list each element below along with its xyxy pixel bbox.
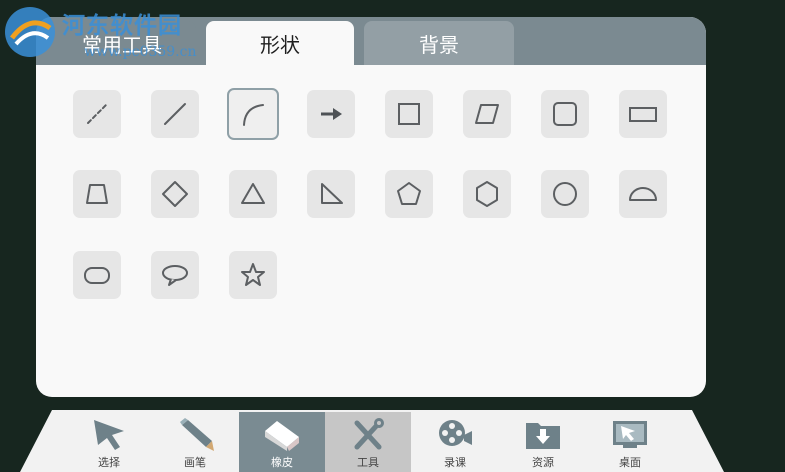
toolbar-tools-button[interactable]: 工具	[325, 412, 411, 472]
shape-arc-button[interactable]	[227, 88, 279, 140]
shape-right-triangle-button[interactable]	[307, 170, 355, 218]
toolbar-pen-label: 画笔	[184, 456, 206, 469]
shape-square-button[interactable]	[385, 90, 433, 138]
toolbar-record-label: 录课	[444, 456, 466, 469]
shape-star-button[interactable]	[229, 251, 277, 299]
download-folder-icon	[526, 423, 560, 449]
toolbar-pen-button[interactable]: 画笔	[152, 412, 238, 472]
star-icon	[241, 263, 265, 286]
shape-grid	[36, 65, 706, 397]
tab-background[interactable]: 背景	[364, 21, 514, 65]
semicircle-icon	[629, 187, 657, 201]
film-camera-icon	[439, 420, 472, 446]
parallelogram-icon	[475, 104, 499, 124]
shape-parallelogram-button[interactable]	[463, 90, 511, 138]
shape-trapezoid-button[interactable]	[73, 170, 121, 218]
circle-icon	[553, 182, 577, 206]
toolbar-eraser-label: 橡皮	[271, 456, 293, 469]
toolbar-resources-button[interactable]: 资源	[500, 412, 586, 472]
eraser-icon	[265, 421, 299, 451]
shape-semicircle-button[interactable]	[619, 170, 667, 218]
toolbar-resources-label: 资源	[532, 456, 554, 469]
shape-arrow-button[interactable]	[307, 90, 355, 138]
hexagon-icon	[476, 181, 498, 207]
right-triangle-icon	[321, 183, 343, 204]
cursor-arrow-icon	[94, 420, 124, 450]
desktop-icon	[613, 421, 647, 448]
shape-dashed-line-button[interactable]	[73, 90, 121, 138]
tools-icon	[354, 418, 384, 450]
tab-shapes[interactable]: 形状	[206, 21, 354, 65]
toolbar-desktop-label: 桌面	[619, 456, 641, 469]
rounded-rectangle-icon	[84, 267, 110, 284]
shape-speech-bubble-button[interactable]	[151, 251, 199, 299]
shape-rounded-rectangle-button[interactable]	[73, 251, 121, 299]
square-icon	[398, 103, 420, 125]
arc-icon	[243, 104, 264, 126]
toolbar-eraser-button[interactable]: 橡皮	[239, 412, 325, 472]
pen-icon	[180, 418, 214, 451]
shape-diamond-button[interactable]	[151, 170, 199, 218]
rectangle-icon	[629, 107, 657, 122]
shape-pentagon-button[interactable]	[385, 170, 433, 218]
dashed-line-icon	[87, 104, 107, 124]
shape-triangle-button[interactable]	[229, 170, 277, 218]
shape-rounded-square-button[interactable]	[541, 90, 589, 138]
shape-rectangle-button[interactable]	[619, 90, 667, 138]
tab-common-tools[interactable]: 常用工具	[48, 21, 196, 65]
pentagon-icon	[397, 182, 421, 205]
shape-circle-button[interactable]	[541, 170, 589, 218]
toolbar-select-button[interactable]: 选择	[66, 412, 152, 472]
arrow-icon	[321, 108, 342, 120]
shape-line-button[interactable]	[151, 90, 199, 138]
toolbar-select-label: 选择	[98, 456, 120, 469]
triangle-icon	[241, 183, 265, 204]
rounded-square-icon	[553, 102, 577, 126]
toolbar-tools-label: 工具	[357, 456, 379, 469]
shape-hexagon-button[interactable]	[463, 170, 511, 218]
trapezoid-icon	[86, 184, 108, 204]
shape-panel: 常用工具 形状 背景	[36, 17, 706, 397]
speech-bubble-icon	[162, 265, 188, 286]
diamond-icon	[162, 181, 188, 207]
tab-bar: 常用工具 形状 背景	[36, 17, 706, 65]
toolbar-desktop-button[interactable]: 桌面	[587, 412, 673, 472]
toolbar-record-button[interactable]: 录课	[412, 412, 498, 472]
line-icon	[164, 103, 186, 125]
